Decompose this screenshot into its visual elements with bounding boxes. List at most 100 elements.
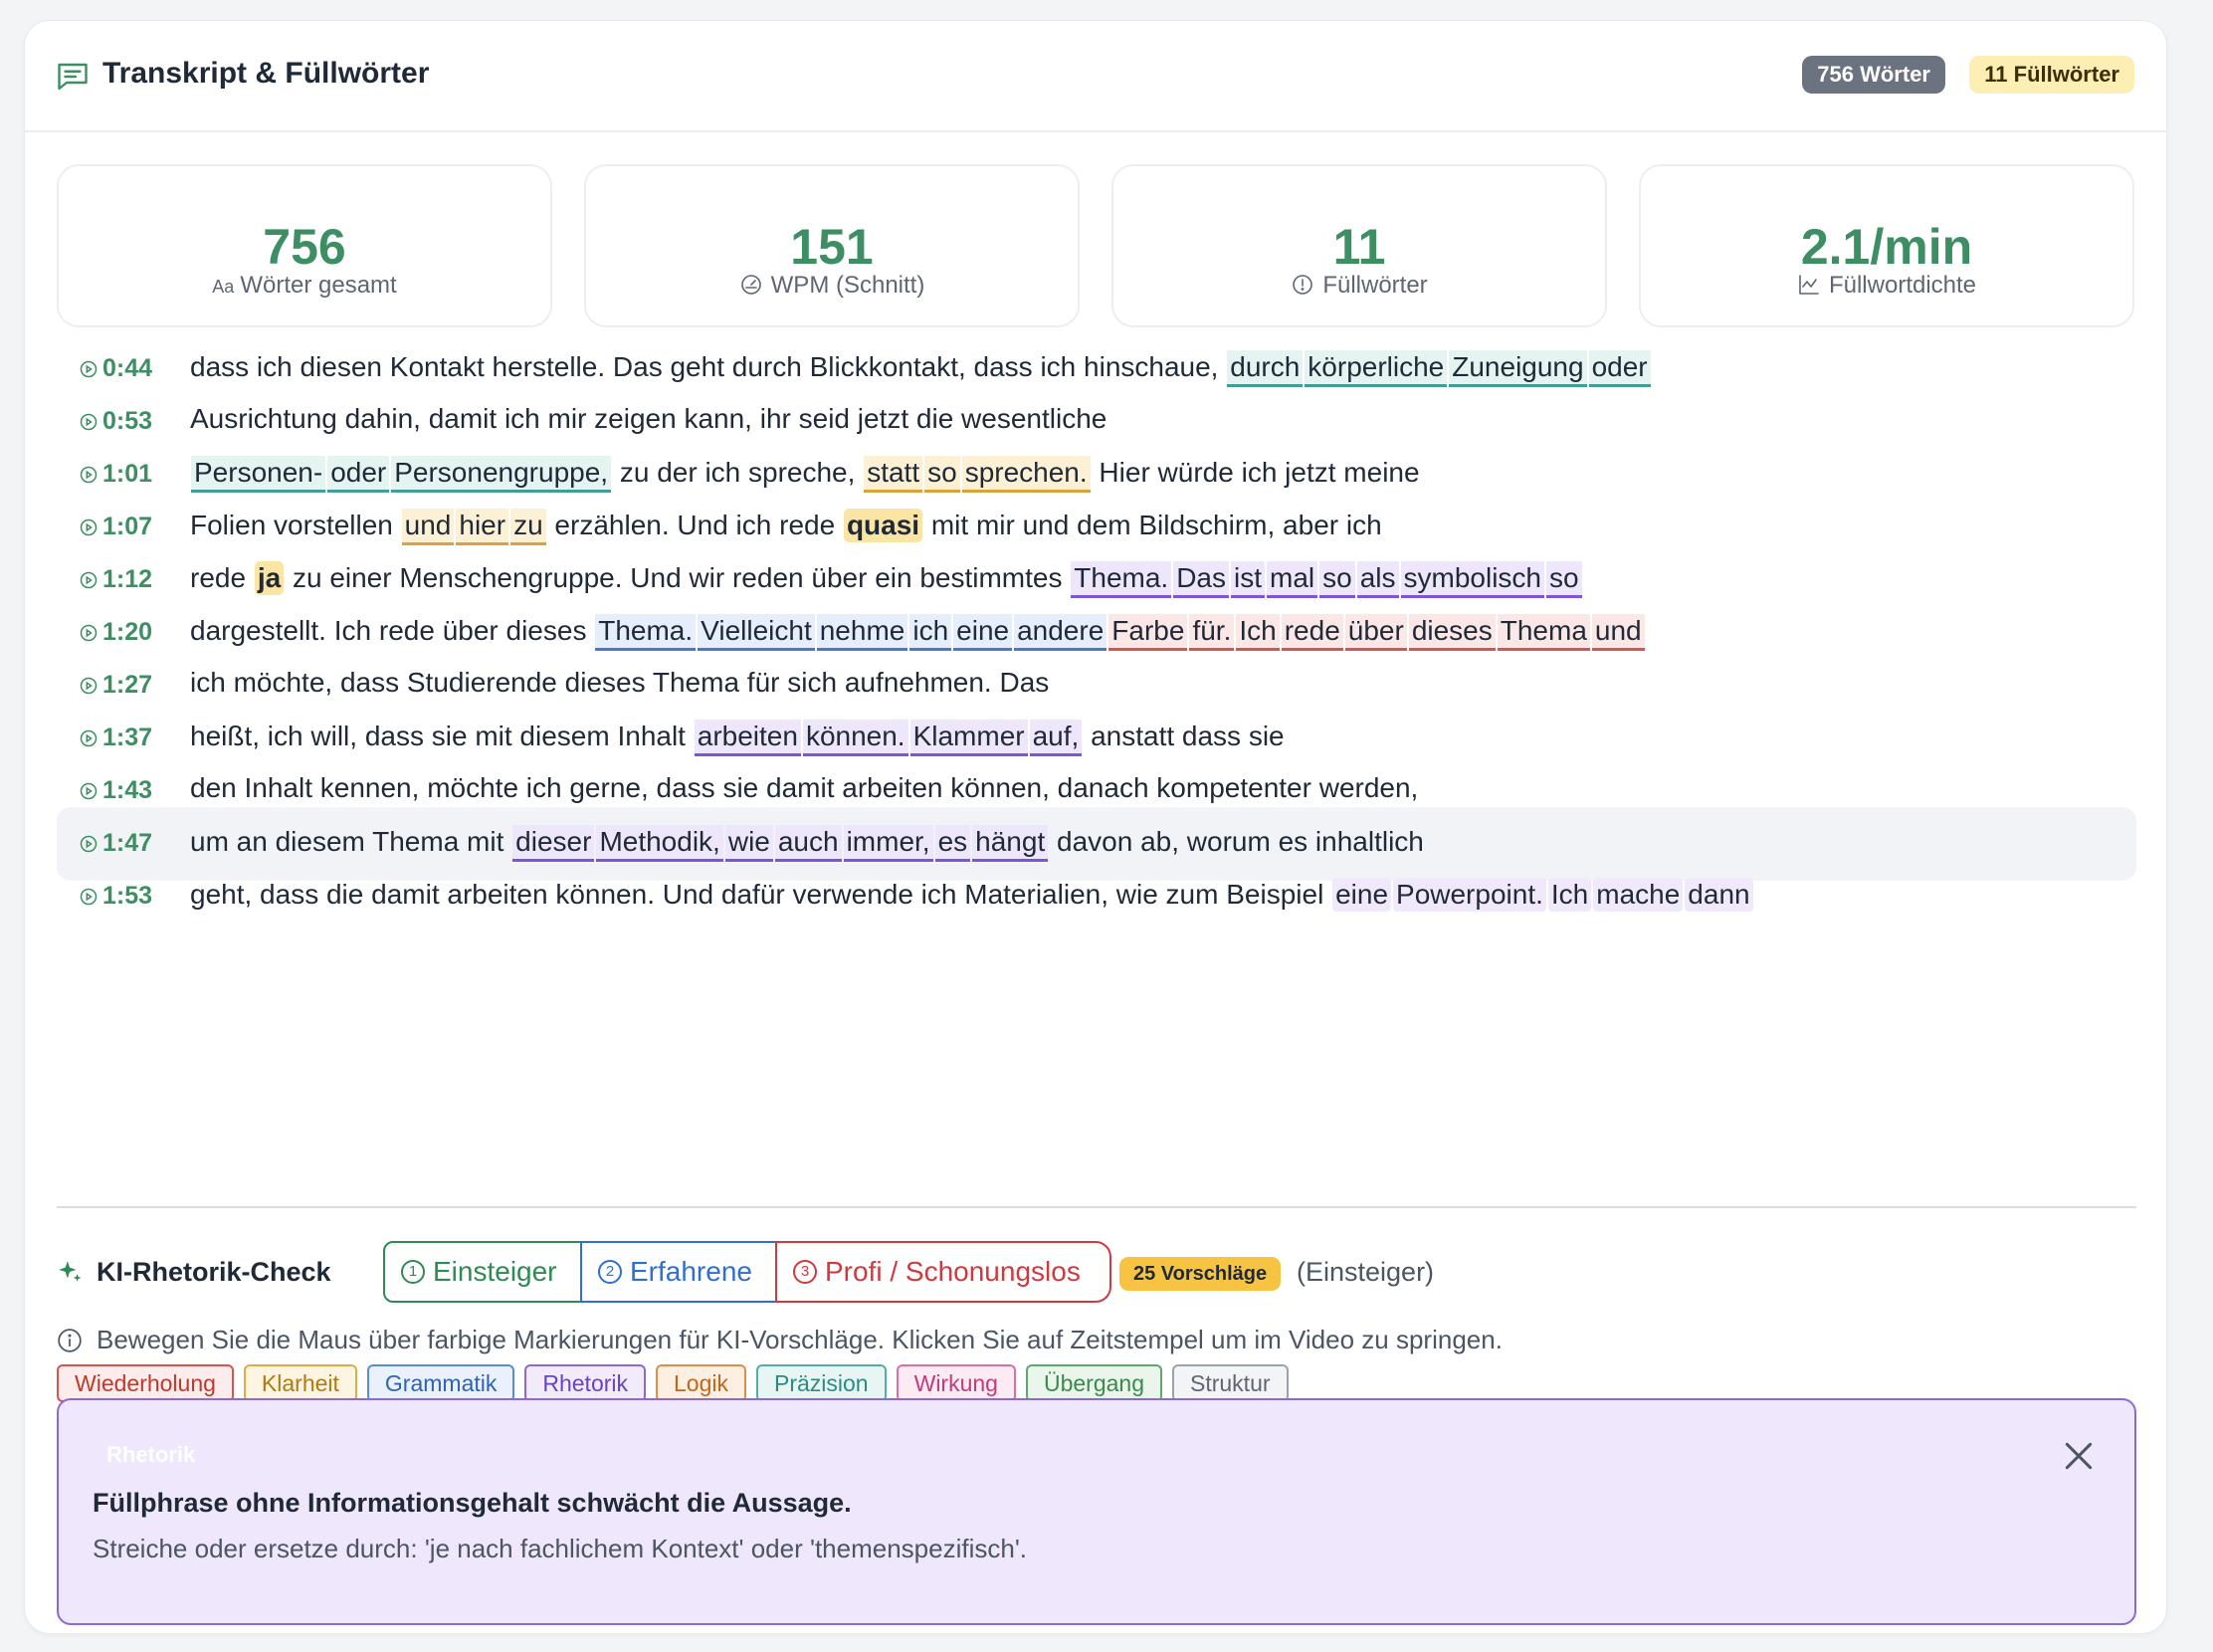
- marked-word[interactable]: Ich: [1547, 878, 1592, 912]
- marked-word[interactable]: immer,: [843, 825, 933, 862]
- transcript-card: Transkript & Füllwörter 756 Wörter 11 Fü…: [24, 20, 2167, 1634]
- marked-word[interactable]: Klammer: [909, 720, 1028, 756]
- category-uebergang[interactable]: Übergang: [1025, 1364, 1162, 1402]
- play-circle-icon: [79, 623, 99, 643]
- marked-word[interactable]: Methodik,: [596, 825, 723, 862]
- number-circle-icon: 2: [598, 1260, 622, 1284]
- marked-word[interactable]: ja: [254, 561, 285, 595]
- marked-word[interactable]: Personengruppe,: [391, 456, 612, 493]
- marked-word[interactable]: wie: [724, 825, 773, 862]
- marked-word[interactable]: statt: [864, 456, 923, 493]
- text-size-icon: Aa: [212, 277, 235, 297]
- plain-text: Folien vorstellen: [190, 510, 401, 540]
- marked-word[interactable]: ich: [909, 614, 952, 651]
- timestamp-link[interactable]: 1:01: [79, 460, 152, 489]
- marked-word[interactable]: dieser: [512, 825, 595, 862]
- marked-word[interactable]: nehme: [816, 614, 908, 651]
- timestamp-link[interactable]: 1:47: [79, 829, 152, 858]
- marked-word[interactable]: dann: [1685, 878, 1753, 912]
- plain-text: Hier würde ich jetzt meine: [1091, 457, 1420, 488]
- category-grammatik[interactable]: Grammatik: [366, 1364, 515, 1402]
- marked-word[interactable]: auch: [774, 825, 842, 862]
- marked-word[interactable]: Farbe: [1108, 614, 1188, 651]
- timestamp-link[interactable]: 0:53: [79, 407, 152, 436]
- marked-word[interactable]: hängt: [972, 825, 1049, 862]
- marked-word[interactable]: Ich: [1236, 614, 1280, 651]
- timestamp-link[interactable]: 1:43: [79, 776, 152, 805]
- marked-word[interactable]: quasi: [843, 509, 923, 542]
- marked-word[interactable]: mache: [1593, 878, 1684, 912]
- transcript-text: dargestellt. Ich rede über dieses Thema.…: [190, 614, 1646, 651]
- marked-word[interactable]: oder: [1588, 350, 1651, 387]
- close-icon[interactable]: [2059, 1436, 2099, 1476]
- alert-circle-icon: [1293, 275, 1313, 295]
- marked-word[interactable]: zu: [510, 509, 546, 545]
- marked-word[interactable]: so: [924, 456, 960, 493]
- marked-word[interactable]: Powerpoint.: [1393, 878, 1546, 912]
- popup-category-label: Rhetorik: [106, 1442, 196, 1467]
- marked-word[interactable]: körperliche: [1305, 350, 1448, 387]
- marked-word[interactable]: Zuneigung: [1449, 350, 1587, 387]
- marked-word[interactable]: und: [401, 509, 455, 545]
- marked-word[interactable]: Thema.: [595, 614, 697, 651]
- plain-text: davon ab, worum es inhaltlich: [1049, 826, 1424, 857]
- category-logik[interactable]: Logik: [656, 1364, 746, 1402]
- marked-word[interactable]: rede: [1281, 614, 1343, 651]
- marked-word[interactable]: über: [1344, 614, 1407, 651]
- level-profi-button[interactable]: 3 Profi / Schonungslos: [775, 1241, 1111, 1303]
- stat-label-row: Aa Wörter gesamt: [59, 272, 550, 300]
- category-wirkung[interactable]: Wirkung: [896, 1364, 1016, 1402]
- category-rhetorik[interactable]: Rhetorik: [524, 1364, 647, 1402]
- marked-word[interactable]: können.: [802, 720, 908, 756]
- marked-word[interactable]: als: [1356, 561, 1399, 598]
- marked-word[interactable]: oder: [327, 456, 390, 493]
- plain-text: um an diesem Thema mit: [190, 826, 512, 857]
- marked-word[interactable]: Thema: [1497, 614, 1590, 651]
- play-circle-icon: [79, 517, 99, 537]
- marked-word[interactable]: dieses: [1408, 614, 1496, 651]
- timestamp-link[interactable]: 0:44: [79, 354, 152, 383]
- timestamp-link[interactable]: 1:37: [79, 723, 152, 752]
- marked-word[interactable]: so: [1545, 561, 1582, 598]
- marked-word[interactable]: für.: [1189, 614, 1235, 651]
- marked-word[interactable]: arbeiten: [694, 720, 801, 756]
- category-struktur[interactable]: Struktur: [1172, 1364, 1289, 1402]
- timestamp-link[interactable]: 1:12: [79, 565, 152, 594]
- marked-word[interactable]: Thema.: [1071, 561, 1172, 598]
- plain-text: Ausrichtung dahin, damit ich mir zeigen …: [190, 403, 1107, 434]
- category-klarheit[interactable]: Klarheit: [243, 1364, 357, 1402]
- marked-word[interactable]: eine: [953, 614, 1013, 651]
- timestamp-link[interactable]: 1:20: [79, 618, 152, 647]
- marked-word[interactable]: sprechen.: [961, 456, 1091, 493]
- marked-word[interactable]: eine: [1332, 878, 1392, 912]
- stat-filler-density: 2.1/min Füllwortdichte: [1639, 164, 2134, 327]
- level-erfahrene-button[interactable]: 2 Erfahrene: [580, 1241, 777, 1303]
- timestamp-text: 1:20: [102, 618, 153, 646]
- marked-word[interactable]: und: [1591, 614, 1645, 651]
- marked-word[interactable]: Personen-: [191, 456, 326, 493]
- marked-word[interactable]: symbolisch: [1400, 561, 1544, 598]
- marked-word[interactable]: auf,: [1029, 720, 1083, 756]
- timestamp-link[interactable]: 1:53: [79, 882, 152, 911]
- timestamp-text: 0:53: [102, 407, 153, 435]
- level-einsteiger-button[interactable]: 1 Einsteiger: [383, 1241, 582, 1303]
- plain-text: geht, dass die damit arbeiten können. Un…: [190, 879, 1332, 910]
- marked-word[interactable]: Vielleicht: [698, 614, 815, 651]
- category-praezision[interactable]: Präzision: [756, 1364, 887, 1402]
- marked-word[interactable]: andere: [1014, 614, 1107, 651]
- category-wiederholung[interactable]: Wiederholung: [57, 1364, 234, 1402]
- level-label: Erfahrene: [630, 1256, 752, 1287]
- marked-word[interactable]: ist: [1231, 561, 1265, 598]
- marked-word[interactable]: so: [1319, 561, 1355, 598]
- marked-word[interactable]: es: [934, 825, 971, 862]
- timestamp-link[interactable]: 1:07: [79, 513, 152, 541]
- marked-word[interactable]: Das: [1173, 561, 1229, 598]
- transcript-text: ich möchte, dass Studierende dieses Them…: [190, 667, 1049, 699]
- timestamp-link[interactable]: 1:27: [79, 671, 152, 700]
- marked-word[interactable]: mal: [1267, 561, 1318, 598]
- marked-word[interactable]: durch: [1227, 350, 1304, 387]
- transcript-text: geht, dass die damit arbeiten können. Un…: [190, 878, 1754, 912]
- number-circle-icon: 1: [401, 1260, 425, 1284]
- marked-word[interactable]: hier: [456, 509, 509, 545]
- plain-text: dargestellt. Ich rede über dieses: [190, 615, 595, 646]
